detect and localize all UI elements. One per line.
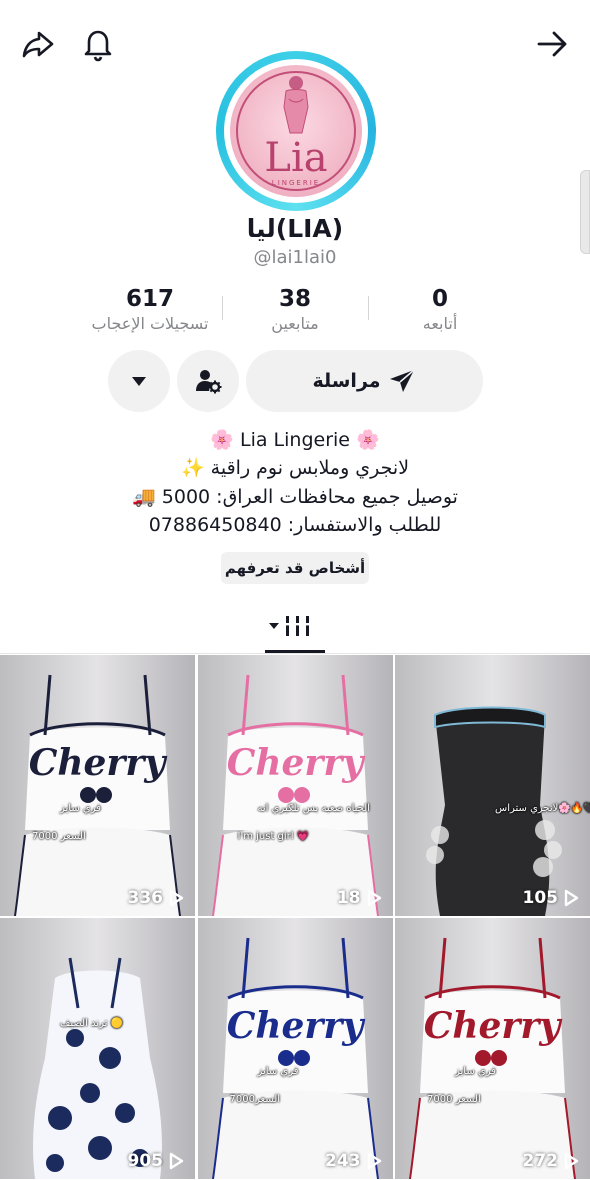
- view-count: 243: [325, 1151, 383, 1171]
- view-count: 905: [128, 1151, 186, 1171]
- username: @lai1lai0: [253, 247, 337, 268]
- avatar-frame: Lia LINGERIE: [224, 59, 368, 203]
- video-caption: السعر 7000: [427, 1094, 481, 1105]
- video-tile[interactable]: Cherry الحياه صعبه بس تلكيري انه I'm just…: [197, 655, 393, 916]
- following-label: أتابعه: [422, 314, 458, 333]
- video-thumbnail: Cherry: [197, 918, 393, 1179]
- video-tile[interactable]: Cherry فري سايز السعر7000 243: [197, 918, 393, 1179]
- play-icon: [169, 1152, 184, 1170]
- video-tile[interactable]: Cherry فري سايز السعر 7000 272: [395, 918, 590, 1179]
- likes-count: 617: [125, 286, 174, 312]
- play-icon: [367, 1152, 381, 1170]
- following-count: 0: [431, 286, 448, 312]
- view-count: 272: [523, 1151, 581, 1171]
- view-count: 105: [523, 888, 581, 908]
- shirt-print-text: Cherry: [424, 1005, 563, 1047]
- video-caption: لانجري ستراس🌸🔥🖤: [495, 803, 590, 814]
- video-tile[interactable]: Cherry فري سايز السعر 7000 336: [0, 655, 195, 916]
- followers-label: متابعين: [271, 314, 319, 333]
- shirt-print-text: Cherry: [226, 742, 365, 784]
- view-count-number: 105: [522, 888, 559, 908]
- stat-following[interactable]: 0 أتابعه: [365, 286, 515, 333]
- share-icon[interactable]: [20, 26, 56, 62]
- view-count-number: 272: [522, 1151, 559, 1171]
- avatar-figure-icon: [283, 76, 309, 134]
- avatar-brand-text: Lia: [264, 135, 328, 181]
- video-thumbnail: [0, 918, 195, 1179]
- bio-line-1: 🌸 Lia Lingerie 🌸: [210, 429, 380, 451]
- video-tile[interactable]: ترند الصيف 🟡 905: [0, 918, 195, 1179]
- user-gear-icon: [196, 370, 222, 394]
- avatar-sub-text: LINGERIE: [271, 179, 321, 187]
- videos-grid-tab[interactable]: [268, 612, 324, 642]
- bio-line-2: ✨ لانجري وملابس نوم راقية: [180, 457, 410, 479]
- more-dropdown-button[interactable]: [108, 350, 170, 412]
- play-icon: [169, 889, 184, 907]
- video-caption: السعر7000: [229, 1094, 281, 1105]
- view-count-number: 243: [325, 1151, 361, 1171]
- back-arrow-icon[interactable]: [534, 26, 570, 62]
- followers-count: 38: [278, 286, 311, 312]
- message-button-label: مراسلة: [312, 370, 381, 392]
- bio-line-3: 🚚 توصيل جميع محافظات العراق: 5000: [132, 486, 458, 508]
- video-caption: فري سايز: [60, 803, 102, 814]
- likes-label: تسجيلات الإعجاب: [91, 314, 209, 333]
- caret-down-icon: [132, 377, 146, 386]
- user-settings-button[interactable]: [177, 350, 239, 412]
- view-count-number: 336: [127, 888, 164, 908]
- suggested-people-chip[interactable]: أشخاص قد تعرفهم: [221, 552, 369, 584]
- view-count-number: 18: [336, 888, 361, 908]
- video-thumbnail: Cherry: [395, 918, 590, 1179]
- message-button[interactable]: مراسلة: [246, 350, 483, 412]
- stat-likes[interactable]: 617 تسجيلات الإعجاب: [75, 286, 225, 333]
- video-caption: السعر 7000: [32, 831, 86, 842]
- avatar[interactable]: Lia LINGERIE: [216, 51, 376, 211]
- video-thumbnail: [395, 655, 590, 916]
- video-tile[interactable]: لانجري ستراس🌸🔥🖤 105: [395, 655, 590, 916]
- play-icon: [564, 1152, 579, 1170]
- avatar-image: Lia LINGERIE: [230, 65, 362, 197]
- grid-tab-icon: [269, 616, 311, 636]
- bell-icon[interactable]: [80, 26, 116, 62]
- tab-divider: [0, 653, 590, 654]
- bio-line-4[interactable]: للطلب والاستفسار: 07886450840: [0, 511, 590, 539]
- video-caption: فري سايز: [257, 1066, 299, 1077]
- send-icon: [389, 369, 415, 392]
- play-icon: [367, 889, 381, 907]
- video-thumbnail: Cherry: [0, 655, 195, 916]
- video-caption: الحياه صعبه بس تلكيري انه: [257, 803, 370, 814]
- view-count: 18: [337, 888, 383, 908]
- display-name: ليا(LIA): [246, 214, 344, 243]
- video-thumbnail: Cherry: [197, 655, 393, 916]
- shirt-print-text: Cherry: [29, 742, 168, 784]
- view-count: 336: [128, 888, 186, 908]
- shirt-print-text: Cherry: [226, 1005, 365, 1047]
- video-caption: I'm just girl 💗: [237, 831, 310, 842]
- stat-followers[interactable]: 38 متابعين: [220, 286, 370, 333]
- video-caption: ترند الصيف 🟡: [60, 1018, 124, 1029]
- view-count-number: 905: [127, 1151, 164, 1171]
- video-caption: فري سايز: [455, 1066, 497, 1077]
- play-icon: [564, 889, 579, 907]
